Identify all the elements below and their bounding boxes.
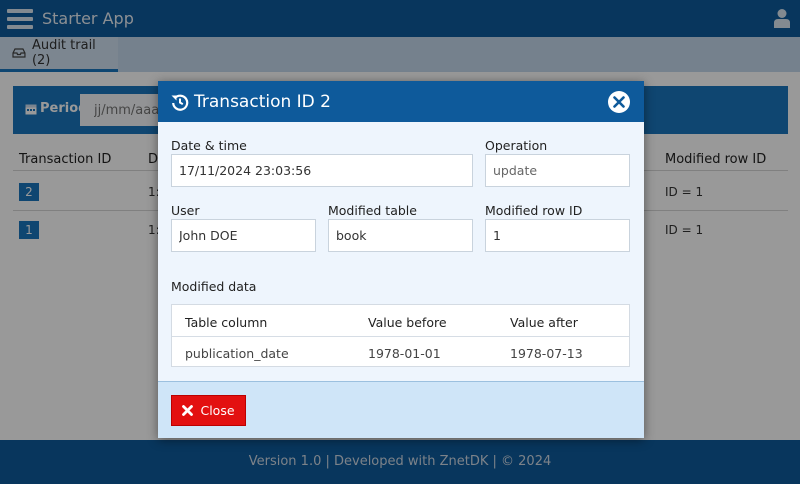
user-field[interactable] xyxy=(171,219,316,252)
table-cell: 1978-07-13 xyxy=(510,346,583,361)
transaction-modal: Transaction ID 2 Date & time Operation U… xyxy=(158,81,644,438)
modal-footer: Close xyxy=(158,381,644,438)
column-header: Value before xyxy=(368,315,447,330)
user-label: User xyxy=(171,203,200,218)
operation-field[interactable] xyxy=(485,154,630,187)
modified-table-label: Modified table xyxy=(328,203,417,218)
modified-row-id-field[interactable] xyxy=(485,219,630,252)
table-cell: 1978-01-01 xyxy=(368,346,441,361)
history-icon xyxy=(171,94,189,111)
column-header: Value after xyxy=(510,315,578,330)
datetime-field[interactable] xyxy=(171,154,473,187)
modal-header: Transaction ID 2 xyxy=(158,81,644,122)
times-icon xyxy=(182,405,194,416)
close-button[interactable]: Close xyxy=(171,395,246,426)
modified-row-id-label: Modified row ID xyxy=(485,203,583,218)
modal-title: Transaction ID 2 xyxy=(194,91,331,112)
datetime-label: Date & time xyxy=(171,138,247,153)
modified-table-field[interactable] xyxy=(328,219,473,252)
operation-label: Operation xyxy=(485,138,548,153)
column-header: Table column xyxy=(185,315,268,330)
modified-data-label: Modified data xyxy=(171,279,257,294)
table-cell: publication_date xyxy=(185,346,289,361)
close-circle-icon[interactable] xyxy=(608,91,630,113)
modified-data-table: Table column Value before Value after pu… xyxy=(171,304,630,367)
table-divider xyxy=(172,336,629,337)
